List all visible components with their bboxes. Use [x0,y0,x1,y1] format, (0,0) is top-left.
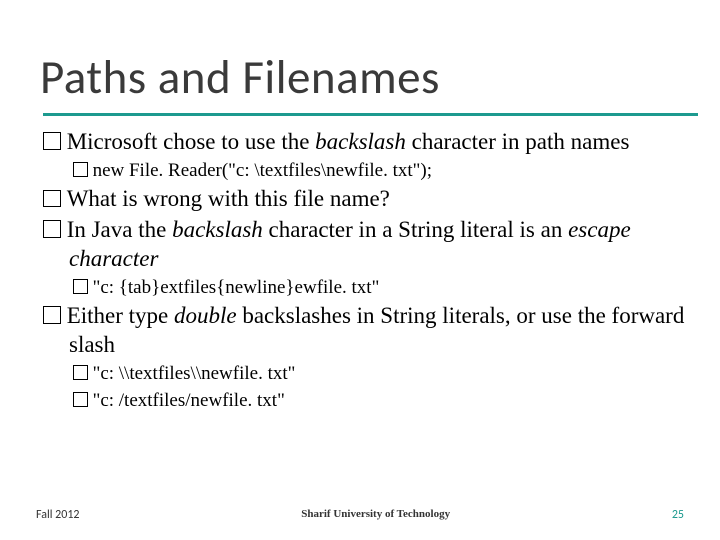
bullet-icon [73,162,88,177]
bullet-icon [73,392,88,407]
text: "c: \\textfiles\\newfile. txt" [93,363,296,384]
slide-title: Paths and Filenames [40,48,440,106]
bullet-3-1: "c: {tab}extfiles{newline}ewfile. txt" [73,276,690,301]
text: In Java the [67,217,172,242]
bullet-4-1: "c: \\textfiles\\newfile. txt" [73,362,690,387]
bullet-icon [73,365,88,380]
bullet-4: Either type double backslashes in String… [43,302,690,360]
text: "c: /textfiles/newfile. txt" [93,390,285,411]
text: Either type [67,303,174,328]
bullet-icon [43,132,61,150]
bullet-icon [73,279,88,294]
footer-center: Sharif University of Technology [301,508,450,522]
text: What is wrong with this file name? [67,186,390,211]
accent-line [43,113,698,116]
text: "c: {tab}extfiles{newline}ewfile. txt" [93,277,380,298]
footer-right: 25 [672,508,684,522]
bullet-4-2: "c: /textfiles/newfile. txt" [73,389,690,414]
text: new File. Reader("c: \textfiles\newfile.… [93,160,432,181]
italic: backslash [315,129,406,154]
footer: Fall 2012 Sharif University of Technolog… [36,508,684,522]
bullet-icon [43,190,61,208]
italic: backslash [172,217,263,242]
bullet-icon [43,220,61,238]
bullet-2: What is wrong with this file name? [43,185,690,214]
text: character in path names [406,129,630,154]
bullet-3: In Java the backslash character in a Str… [43,216,690,274]
slide-body: Microsoft chose to use the backslash cha… [43,128,690,415]
bullet-1-1: new File. Reader("c: \textfiles\newfile.… [73,159,690,184]
italic: double [174,303,237,328]
footer-left: Fall 2012 [36,508,80,522]
text: Microsoft chose to use the [67,129,315,154]
bullet-icon [43,306,61,324]
text: character in a String literal is an [263,217,568,242]
bullet-1: Microsoft chose to use the backslash cha… [43,128,690,157]
